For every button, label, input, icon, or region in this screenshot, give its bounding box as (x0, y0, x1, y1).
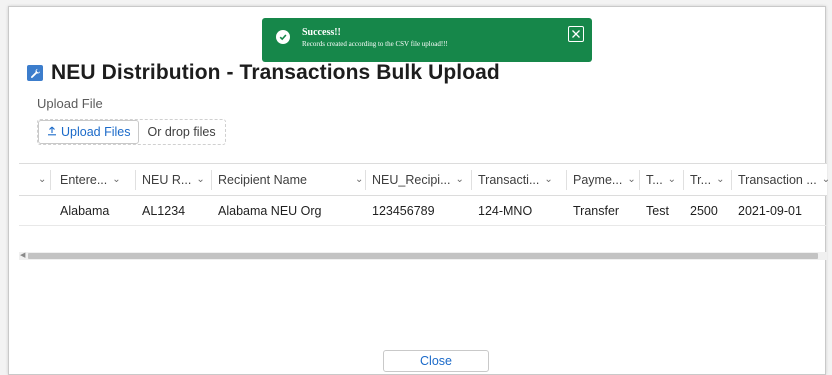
upload-file-label: Upload File (37, 96, 103, 111)
chevron-down-icon: ⌄ (544, 174, 553, 185)
column-header-entered[interactable]: Entere... ⌄ (60, 164, 121, 195)
transactions-table: ⌄ Entere... ⌄ NEU R... ⌄ Recipient Name ⌄ … (19, 163, 830, 226)
scrollbar-thumb[interactable] (28, 253, 818, 259)
table-cell: 124-MNO (478, 204, 533, 218)
table-cell: Alabama (60, 204, 110, 218)
table-cell: Test (646, 204, 669, 218)
table-header: ⌄ Entere... ⌄ NEU R... ⌄ Recipient Name ⌄ … (19, 163, 830, 196)
close-button[interactable]: Close (383, 350, 489, 372)
scroll-left-icon[interactable]: ◀ (20, 252, 25, 260)
chevron-down-icon: ⌄ (196, 174, 205, 185)
column-header-neu-r[interactable]: NEU R... ⌄ (142, 164, 205, 195)
toast-message: Records created according to the CSV fil… (302, 40, 448, 48)
success-toast: Success!! Records created according to t… (262, 18, 592, 62)
column-header-transaction-date[interactable]: Transaction ... ⌄ (738, 164, 830, 195)
page-header: NEU Distribution - Transactions Bulk Upl… (27, 61, 500, 85)
table-cell: AL1234 (142, 204, 186, 218)
horizontal-scrollbar[interactable]: ◀ (19, 252, 827, 260)
wrench-icon (27, 65, 43, 81)
chevron-down-icon: ⌄ (38, 174, 47, 185)
table-row[interactable]: Alabama AL1234 Alabama NEU Org 123456789… (19, 196, 827, 226)
chevron-down-icon: ⌄ (112, 174, 121, 185)
table-cell: 123456789 (372, 204, 435, 218)
chevron-down-icon: ⌄ (716, 174, 725, 185)
upload-files-label: Upload Files (61, 125, 131, 139)
chevron-down-icon: ⌄ (455, 174, 464, 185)
table-cell: 2021-09-01 (738, 204, 802, 218)
close-icon[interactable] (568, 26, 584, 42)
table-cell: 2500 (690, 204, 718, 218)
toast-title: Success!! (302, 27, 341, 38)
upload-icon (47, 125, 57, 139)
table-cell: Alabama NEU Org (218, 204, 322, 218)
chevron-down-icon: ⌄ (821, 174, 831, 185)
upload-files-button[interactable]: Upload Files (38, 120, 140, 144)
column-header-recipient-name[interactable]: Recipient Name (218, 164, 307, 195)
drop-files-text: Or drop files (147, 125, 216, 139)
chevron-down-icon: ⌄ (627, 174, 636, 185)
table-cell: Transfer (573, 204, 620, 218)
select-all-menu[interactable]: ⌄ (33, 164, 46, 195)
page-title: NEU Distribution - Transactions Bulk Upl… (51, 61, 500, 84)
check-circle-icon (276, 30, 290, 44)
column-header-transaction[interactable]: Transacti... ⌄ (478, 164, 553, 195)
column-header-tr[interactable]: Tr... ⌄ (690, 164, 724, 195)
column-header-t[interactable]: T... ⌄ (646, 164, 676, 195)
column-header-payment[interactable]: Payme... ⌄ (573, 164, 636, 195)
chevron-down-icon: ⌄ (355, 174, 364, 185)
column-header-neu-recipient[interactable]: NEU_Recipi... ⌄ (372, 164, 464, 195)
file-drop-zone[interactable]: Upload Files Or drop files (37, 119, 226, 145)
column-header-recipient-name-menu[interactable]: ⌄ (350, 164, 363, 195)
chevron-down-icon: ⌄ (667, 174, 677, 185)
